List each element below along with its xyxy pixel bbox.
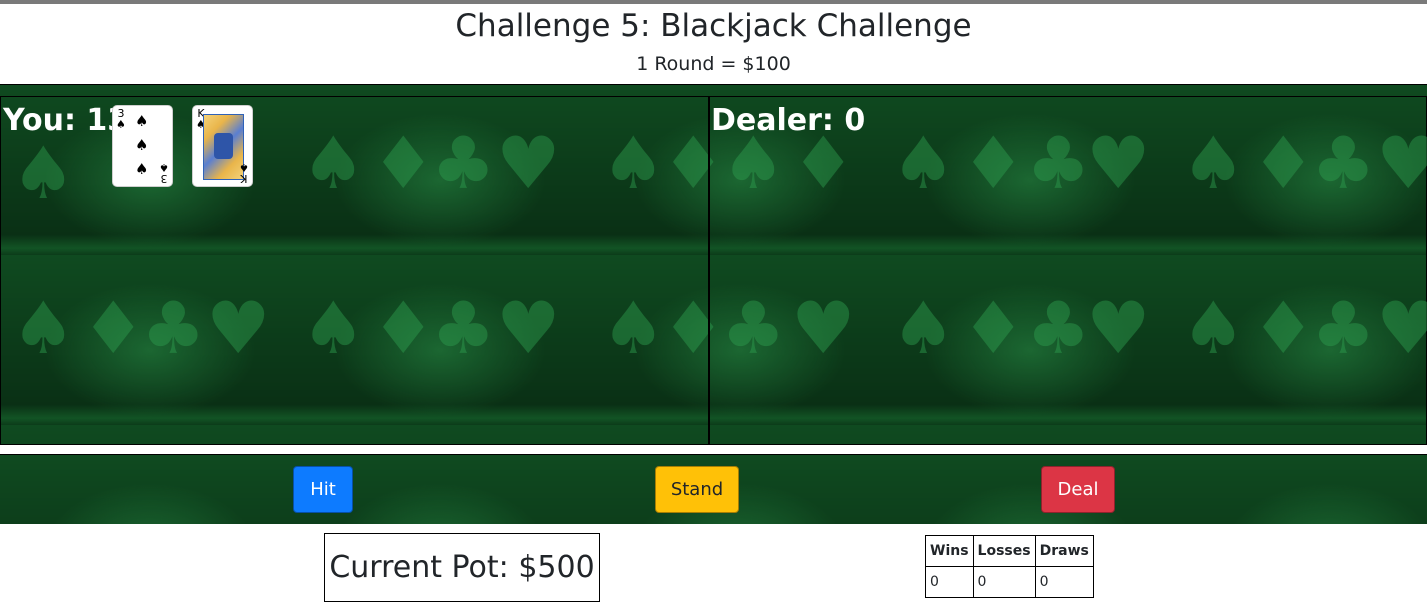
heart-decor-icon: ♥ [1376,286,1427,370]
spade-decor-icon: ♠ [1181,286,1246,370]
player-card-1: 3 ♠ ♠ ♠ ♠ 3 ♠ [113,106,172,186]
stats-header-row: Wins Losses Draws [925,535,1094,567]
player-score: You: 13 [3,103,129,138]
table-board: ♠ ♠ ♦ ♣ ♥ ♠ ♦ ♠ ♦ ♠ ♦ ♣ ♥ ♠ ♦ ♣ ♥ ♠ ♦ ♣ … [0,96,1427,445]
heart-decor-icon: ♥ [496,286,561,370]
card-corner: 3 ♠ [116,107,126,131]
wins-header: Wins [925,535,974,567]
spade-decor-icon: ♠ [11,286,76,370]
stats-values-row: 0 0 0 [925,566,1094,598]
club-decor-icon: ♣ [1311,286,1376,370]
heart-decor-icon: ♥ [1086,121,1151,205]
table-divider [708,97,710,444]
dealer-score: Dealer: 0 [711,103,866,138]
stats-table: Wins Losses Draws 0 0 0 [925,535,1094,598]
page-title: Challenge 5: Blackjack Challenge [455,8,972,44]
controls-bar: Hit Stand Deal [0,454,1427,524]
diamond-decor-icon: ♦ [1251,286,1316,370]
club-decor-icon: ♣ [721,286,786,370]
spade-decor-icon: ♠ [891,121,956,205]
heart-decor-icon: ♥ [1376,121,1427,205]
losses-header: Losses [972,535,1036,567]
losses-value: 0 [972,566,1036,598]
player-card-2: K ♠ K ♠ [193,106,252,186]
club-decor-icon: ♣ [1026,121,1091,205]
spade-pip-icon: ♠ [135,136,149,154]
diamond-decor-icon: ♦ [1251,121,1316,205]
current-pot: Current Pot: $500 [324,533,600,602]
club-decor-icon: ♠ [11,131,76,215]
spade-decor-icon: ♠ [301,286,366,370]
club-decor-icon: ♣ [1311,121,1376,205]
diamond-decor-icon: ♦ [81,286,146,370]
club-decor-icon: ♣ [431,286,496,370]
club-decor-icon: ♣ [1026,286,1091,370]
heart-decor-icon: ♥ [496,121,561,205]
spade-decor-icon: ♠ [601,121,666,205]
round-cost-subtitle: 1 Round = $100 [636,53,791,75]
spade-decor-icon: ♠ [301,121,366,205]
wins-value: 0 [925,566,974,598]
diamond-decor-icon: ♦ [961,286,1026,370]
diamond-decor-icon: ♦ [661,286,726,370]
diamond-decor-icon: ♦ [371,286,436,370]
heart-decor-icon: ♥ [1086,286,1151,370]
blackjack-table: ♠ ♠ ♦ ♣ ♥ ♠ ♦ ♠ ♦ ♠ ♦ ♣ ♥ ♠ ♦ ♣ ♥ ♠ ♦ ♣ … [0,84,1427,445]
card-corner: 3 ♠ [159,161,169,185]
spade-pip-icon: ♠ [135,160,149,178]
club-decor-icon: ♣ [141,286,206,370]
deal-button[interactable]: Deal [1041,466,1115,513]
diamond-decor-icon: ♦ [371,121,436,205]
club-decor-icon: ♣ [431,121,496,205]
card-corner: K ♠ [239,161,249,185]
spade-pip-icon: ♠ [135,112,149,130]
stand-button[interactable]: Stand [655,466,739,513]
spade-decor-icon: ♠ [1181,121,1246,205]
diamond-decor-icon: ♦ [961,121,1026,205]
spade-decor-icon: ♠ [891,286,956,370]
hit-button[interactable]: Hit [293,466,353,513]
heart-decor-icon: ♥ [206,286,271,370]
draws-value: 0 [1034,566,1094,598]
heart-decor-icon: ♥ [791,286,856,370]
spade-decor-icon: ♠ [601,286,666,370]
king-face-art [203,114,244,180]
draws-header: Draws [1034,535,1094,567]
